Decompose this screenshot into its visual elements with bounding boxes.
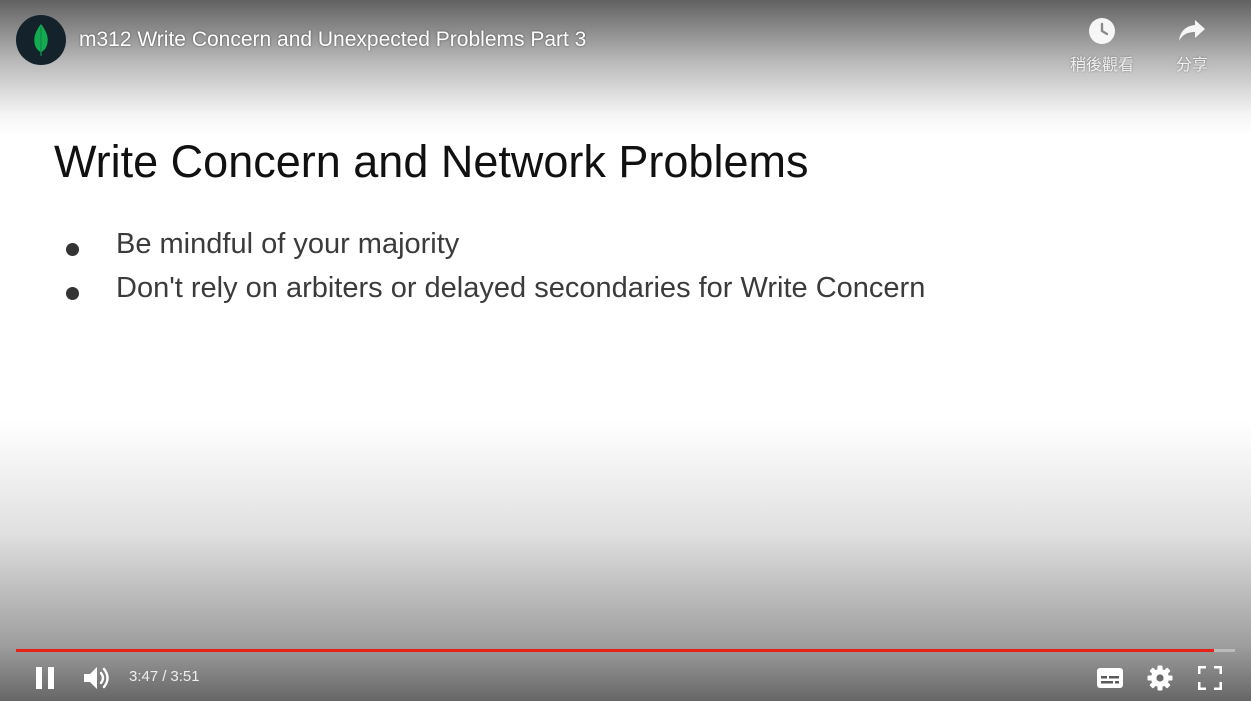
time-separator: /: [162, 668, 167, 685]
share-arrow-icon: [1179, 20, 1205, 41]
slide-title: Write Concern and Network Problems: [54, 136, 809, 187]
time-display: 3:47/3:51: [129, 668, 200, 685]
video-player[interactable]: Write Concern and Network Problems Be mi…: [0, 0, 1251, 701]
watch-later-label: 稍後觀看: [1069, 57, 1134, 74]
fullscreen-icon: [1198, 666, 1222, 690]
slide-bullet-text: Don't rely on arbiters or delayed second…: [116, 272, 926, 304]
current-time: 3:47: [129, 668, 159, 685]
volume-icon: [84, 667, 109, 689]
mongodb-leaf-icon: [34, 24, 48, 56]
settings-gear-icon: [1147, 665, 1173, 691]
settings-button[interactable]: [1144, 663, 1176, 693]
bullet-dot: [66, 287, 79, 300]
subtitles-icon: [1097, 668, 1123, 688]
subtitles-button[interactable]: [1094, 663, 1126, 693]
bullet-dot: [66, 243, 79, 256]
watch-later-button[interactable]: 稍後觀看: [1064, 14, 1140, 75]
share-label: 分享: [1175, 57, 1208, 74]
pause-button[interactable]: [30, 663, 60, 693]
progress-played: [16, 649, 1215, 652]
video-title-link[interactable]: m312 Write Concern and Unexpected Proble…: [79, 28, 586, 52]
video-frame: Write Concern and Network Problems Be mi…: [0, 0, 1251, 701]
clock-icon: [1089, 18, 1115, 44]
volume-button[interactable]: [81, 663, 113, 693]
share-button[interactable]: 分享: [1154, 14, 1230, 75]
slide-bullet-text: Be mindful of your majority: [116, 228, 460, 260]
channel-avatar[interactable]: [16, 15, 66, 65]
pause-icon: [36, 667, 54, 689]
fullscreen-button[interactable]: [1194, 663, 1226, 693]
progress-bar[interactable]: [16, 649, 1235, 652]
duration: 3:51: [170, 668, 200, 685]
